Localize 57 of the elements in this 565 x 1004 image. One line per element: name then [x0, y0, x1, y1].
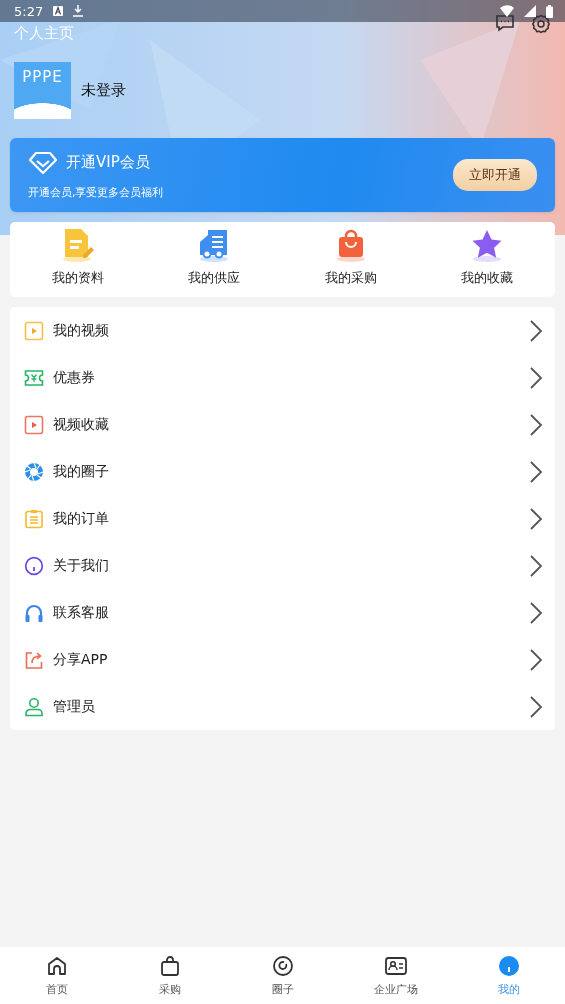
diamond-icon — [28, 150, 58, 175]
quick-link[interactable]: 我的资料 — [52, 269, 105, 287]
menu-item[interactable]: 管理员 — [53, 697, 95, 716]
download-icon — [73, 5, 84, 17]
quick-link[interactable]: 我的采购 — [324, 269, 377, 287]
menu-item[interactable]: 优惠券 — [53, 368, 95, 387]
menu-item[interactable]: 我的订单 — [53, 509, 109, 528]
chevron-icon[interactable] — [529, 365, 543, 390]
chevron-icon[interactable] — [529, 647, 543, 672]
page-title: 个人主页 — [14, 24, 74, 42]
logo-text: PPPE — [22, 69, 63, 85]
menu-item[interactable]: 视频收藏 — [53, 415, 109, 434]
info-icon — [24, 555, 44, 576]
battery-icon — [546, 4, 553, 18]
video-icon — [24, 414, 44, 435]
chevron-icon[interactable] — [529, 553, 543, 578]
chevron-icon[interactable] — [529, 412, 543, 437]
share-icon — [24, 649, 44, 670]
settings-icon[interactable] — [531, 14, 551, 34]
chevron-icon[interactable] — [529, 694, 543, 719]
chevron-icon[interactable] — [529, 600, 543, 625]
headset-icon — [24, 602, 44, 623]
vip-title: 开通VIP会员 — [66, 153, 150, 172]
nav-tab[interactable]: 我的 — [452, 947, 565, 1004]
message-icon[interactable] — [495, 14, 515, 32]
menu-item[interactable]: 分享APP — [53, 650, 108, 669]
notification-icon — [53, 6, 64, 16]
person-icon — [24, 696, 44, 717]
shopping-bag-icon — [158, 954, 181, 977]
menu-item[interactable]: 我的视频 — [53, 321, 109, 340]
wifi-icon — [500, 5, 514, 17]
chevron-icon[interactable] — [529, 318, 543, 343]
menu-item[interactable]: 联系客服 — [53, 603, 109, 622]
signal-icon — [524, 5, 536, 17]
vip-subtitle: 开通会员,享受更多会员福利 — [28, 184, 164, 200]
nav-tab[interactable]: 企业广场 — [339, 947, 452, 1004]
id-card-icon — [383, 954, 408, 977]
menu-item[interactable]: 关于我们 — [53, 556, 109, 575]
chevron-icon[interactable] — [529, 506, 543, 531]
clipboard-icon — [24, 508, 44, 529]
chevron-icon[interactable] — [529, 459, 543, 484]
coupon-icon — [24, 367, 44, 388]
profile-icon — [497, 954, 520, 977]
document-icon — [61, 227, 96, 263]
quick-link[interactable]: 我的收藏 — [460, 269, 513, 287]
nav-tab[interactable]: 首页 — [0, 947, 113, 1004]
circle-icon — [271, 954, 294, 977]
menu-item[interactable]: 我的圈子 — [53, 462, 109, 481]
status-time: 5:27 — [14, 3, 44, 19]
video-icon — [24, 320, 44, 341]
nav-tab[interactable]: 圈子 — [226, 947, 339, 1004]
aperture-icon — [24, 461, 44, 482]
nav-tab[interactable]: 采购 — [113, 947, 226, 1004]
quick-link[interactable]: 我的供应 — [188, 269, 241, 287]
activate-button[interactable]: 立即开通 — [453, 159, 537, 191]
home-icon — [45, 954, 68, 977]
user-name[interactable]: 未登录 — [81, 81, 126, 100]
